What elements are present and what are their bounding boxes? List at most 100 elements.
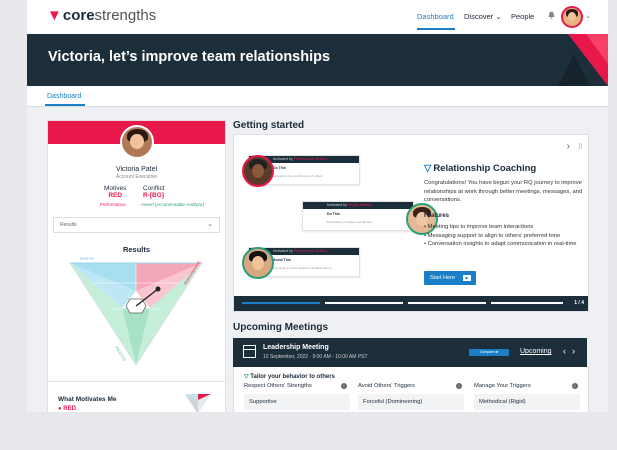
start-here-button[interactable]: Start Here ▶ [424, 271, 476, 285]
logo-mark-icon: ▼ [47, 7, 62, 24]
chevron-down-icon[interactable]: ⌄ [585, 12, 591, 20]
result-dot [155, 286, 161, 292]
upcoming-meetings-title: Upcoming Meetings [233, 322, 329, 333]
banner-decoration-dark [558, 54, 590, 86]
meeting-time: 10 September, 2022 · 9:00 AM - 10:00 AM … [263, 354, 368, 360]
next-slide-button[interactable]: › [567, 141, 570, 152]
tip-card-header-value: People Motives [347, 203, 372, 207]
start-here-label: Start Here [430, 275, 456, 281]
tailor-title-text: Tailor your behavior to others [250, 374, 335, 380]
profile-role: Account Executive [115, 174, 158, 180]
prev-meeting-button[interactable]: ‹ [563, 346, 572, 356]
coworker-avatar [242, 247, 274, 279]
info-icon[interactable]: i [341, 383, 347, 389]
user-avatar[interactable] [561, 6, 583, 28]
tab-dashboard[interactable]: Dashboard [47, 93, 81, 100]
more-options-icon[interactable]: ⠿ [578, 143, 583, 151]
motives-sublabel: Performance [100, 202, 126, 207]
feature-item: Messaging support to align to others’ pr… [424, 232, 584, 241]
profile-card: Victoria Patel Account Executive Motives… [47, 120, 226, 412]
tip-card-header: Motivated by [273, 157, 293, 161]
nav-people[interactable]: People [511, 12, 534, 21]
column-header: Avoid Others' Triggers [358, 383, 416, 389]
calendar-icon [243, 345, 256, 358]
top-nav: ▼corestrengths Dashboard Discover ⌄ Peop… [27, 0, 608, 34]
info-icon[interactable]: i [572, 383, 578, 389]
progress-segment[interactable] [325, 302, 403, 304]
carousel-progress: 1 / 4 [234, 296, 588, 311]
column-value: Forceful (Domineering) [358, 394, 464, 410]
motives-value: RED [108, 192, 123, 199]
tip-card-header-value: Performance Motives [293, 157, 327, 161]
what-motivates-section: What Motivates Me ● RED [48, 381, 225, 412]
meeting-header: Leadership Meeting 10 September, 2022 · … [233, 338, 587, 367]
chevron-down-icon: ⌄ [207, 221, 213, 228]
conflict-value: R-[BG] [143, 192, 164, 199]
logo-text-thin: strengths [94, 7, 157, 24]
info-icon[interactable]: i [456, 383, 462, 389]
coworker-avatar [242, 155, 274, 187]
mini-triangle-icon [185, 394, 211, 412]
corestrengths-logo[interactable]: ▼corestrengths [47, 7, 156, 24]
coaching-description: Congratulations! You have begun your RQ … [424, 180, 583, 203]
progress-segment[interactable] [242, 302, 320, 304]
tip-card-title: Avoid This [273, 258, 291, 262]
column-header: Manage Your Triggers [474, 383, 531, 389]
triangle-logo-icon: ▽ [244, 374, 249, 380]
tip-card-text: Focusing on minor details or detailed is… [273, 266, 332, 270]
progress-segment[interactable] [408, 302, 486, 304]
nav-dashboard[interactable]: Dashboard [417, 12, 454, 21]
page-banner: Victoria, let’s improve team relationshi… [27, 34, 608, 86]
profile-avatar [120, 125, 154, 159]
what-motivates-title: What Motivates Me [58, 396, 117, 403]
feature-item: Conversation insights to adapt communica… [424, 240, 584, 249]
relationship-coaching-title-text: Relationship Coaching [433, 163, 537, 174]
progress-counter: 1 / 4 [574, 300, 584, 306]
tip-card-header: Motivated by [327, 203, 347, 207]
play-icon: ▶ [463, 275, 471, 281]
tip-card-text: Recognize the contributions of others [273, 174, 323, 178]
tip-card-title: Do This [273, 166, 286, 170]
meeting-name: Leadership Meeting [263, 344, 329, 351]
features-label: Features [424, 213, 450, 219]
what-motivates-value: ● RED [58, 406, 76, 412]
column-value: Methodical (Rigid) [474, 394, 580, 410]
next-meeting-button[interactable]: › [572, 346, 581, 356]
sub-tabs: Dashboard [27, 86, 608, 107]
bell-icon[interactable] [548, 11, 555, 21]
triangle-logo-icon: ▽ [424, 163, 432, 174]
page-title: Victoria, let’s improve team relationshi… [48, 49, 331, 65]
results-dropdown[interactable]: Results ⌄ [53, 217, 220, 233]
features-list: Meeting tips to improve team interaction… [424, 223, 584, 249]
conflict-sublabel: Assert [Accommodate-Analyze] [141, 202, 204, 207]
column-header: Respect Others' Strengths [244, 383, 312, 389]
tip-card: Motivated by People Motives Do This Emph… [302, 201, 414, 231]
results-dropdown-label: Results [60, 222, 77, 228]
nav-active-underline [417, 28, 455, 30]
getting-started-title: Getting started [233, 120, 305, 131]
triangle-label-people: PEOPLE [80, 257, 95, 261]
tailor-title: ▽ Tailor your behavior to others [244, 373, 335, 380]
feature-item: Meeting tips to improve team interaction… [424, 223, 584, 232]
motives-block: Motives RED [104, 185, 126, 199]
conflict-label: Conflict [143, 185, 165, 192]
progress-segment[interactable] [491, 302, 563, 304]
app-frame: ▼corestrengths Dashboard Discover ⌄ Peop… [27, 0, 608, 412]
compare-button[interactable]: Compare ⇄ [469, 349, 509, 356]
meeting-pager: ‹› [563, 346, 581, 356]
tip-card-header-value: Performance Motives [293, 249, 327, 253]
nav-discover[interactable]: Discover ⌄ [464, 12, 502, 21]
sds-triangle-chart: PEOPLE PERFORMANCE PROCESS [69, 257, 203, 366]
tailor-behavior-section: ▽ Tailor your behavior to others Respect… [233, 367, 589, 412]
column-value: Supportive [244, 394, 350, 410]
profile-name: Victoria Patel [115, 166, 158, 173]
conflict-block: Conflict R-[BG] [143, 185, 165, 199]
tip-card-text: Emphasize principles and fairness [327, 220, 373, 224]
getting-started-card: › ⠿ Motivated by Performance Motives Do … [233, 134, 589, 312]
logo-text-bold: core [62, 7, 95, 24]
tip-card-header: Motivated by [273, 249, 293, 253]
tab-active-underline [45, 104, 85, 106]
motives-label: Motives [104, 185, 127, 192]
upcoming-link[interactable]: Upcoming [520, 348, 552, 355]
relationship-coaching-title: ▽ Relationship Coaching [424, 163, 536, 174]
